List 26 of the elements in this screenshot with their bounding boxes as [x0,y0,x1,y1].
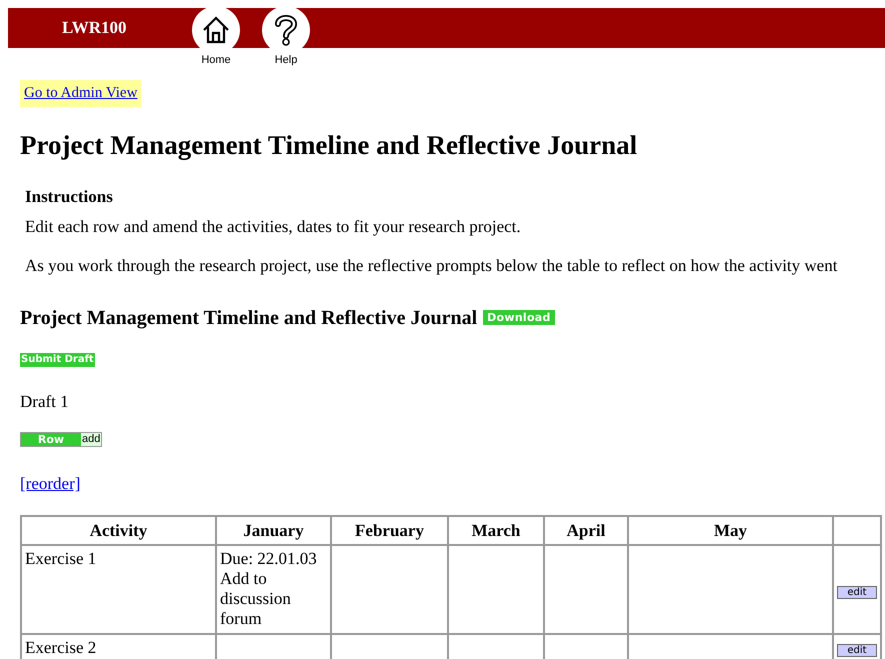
page-title: Project Management Timeline and Reflective Journal [20,128,638,162]
nav-link[interactable]: Help [262,8,310,68]
column-header: April [544,516,628,546]
admin-view-link[interactable]: Go to Admin View [20,80,142,106]
column-header: March [448,516,544,546]
table-cell: Exercise 2 [21,634,216,659]
nav-link[interactable]: Home [192,8,240,68]
column-header: Activity [21,516,216,546]
house-icon [201,15,231,45]
edit-button[interactable]: edit [837,586,877,599]
table-cell: Exercise 1 [21,545,216,634]
section-title: Project Management Timeline and Reflective Journal [20,306,478,331]
column-header: February [331,516,448,546]
table-cell: Due: 22.01.03 Add to discussion forum [216,545,331,634]
add-row-button[interactable]: Row add [20,432,102,448]
instructions-paragraph: Edit each row and amend the activities, dates to fit your research project. [25,216,522,238]
reorder-link[interactable]: [reorder] [20,471,80,497]
column-header: May [628,516,833,546]
draft-label: Draft 1 [20,390,70,413]
add-label: add [81,433,102,446]
site-title: LWR100 [62,17,128,40]
instructions-paragraph: As you work through the research project, use the reflective prompts below the table to reflect on how the activity went [25,255,838,278]
column-header: January [216,516,331,546]
instructions-heading: Instructions [25,186,114,208]
row-label: Row [21,433,81,446]
edit-button[interactable]: edit [837,644,877,658]
